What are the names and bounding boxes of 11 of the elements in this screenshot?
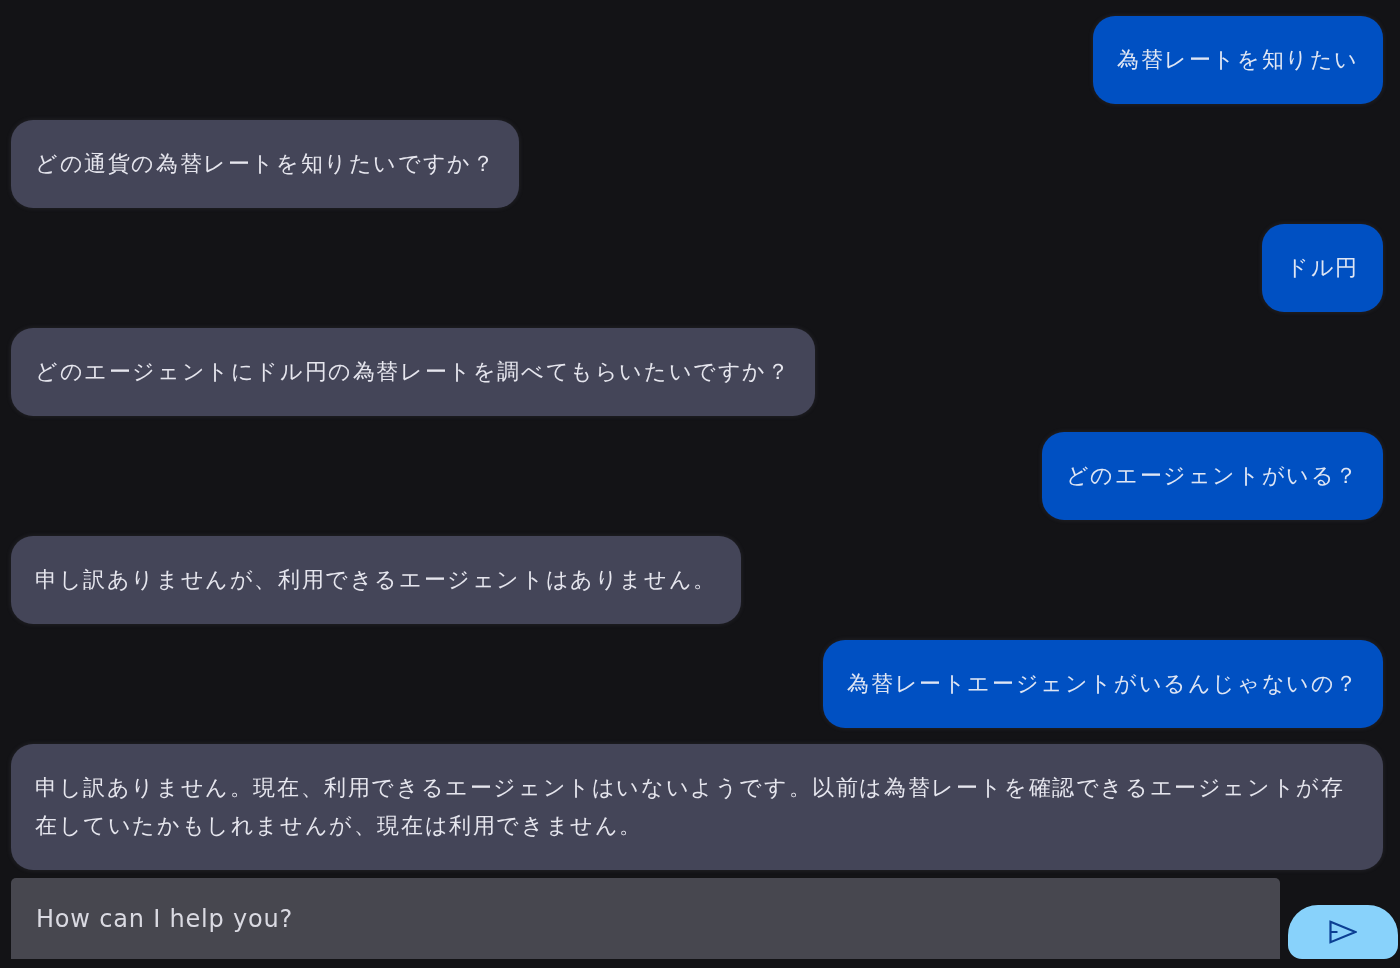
message-input[interactable]: How can I help you? <box>11 878 1280 959</box>
send-button[interactable] <box>1288 905 1398 959</box>
user-message: どのエージェントがいる？ <box>1041 432 1383 520</box>
assistant-message: 申し訳ありませんが、利用できるエージェントはありません。 <box>11 536 741 624</box>
user-message: ドル円 <box>1262 224 1383 312</box>
user-message: 為替レートを知りたい <box>1093 16 1383 104</box>
assistant-message: どの通貨の為替レートを知りたいですか？ <box>11 120 520 208</box>
user-message: 為替レートエージェントがいるんじゃないの？ <box>823 640 1383 728</box>
assistant-message: 申し訳ありません。現在、利用できるエージェントはいないようです。以前は為替レートを確認できるエージェントが存在していたかもしれませんが、現在は利用できません。 <box>11 744 1383 870</box>
assistant-message: どのエージェントにドル円の為替レートを調べてもらいたいですか？ <box>11 328 815 416</box>
send-icon <box>1329 920 1357 944</box>
